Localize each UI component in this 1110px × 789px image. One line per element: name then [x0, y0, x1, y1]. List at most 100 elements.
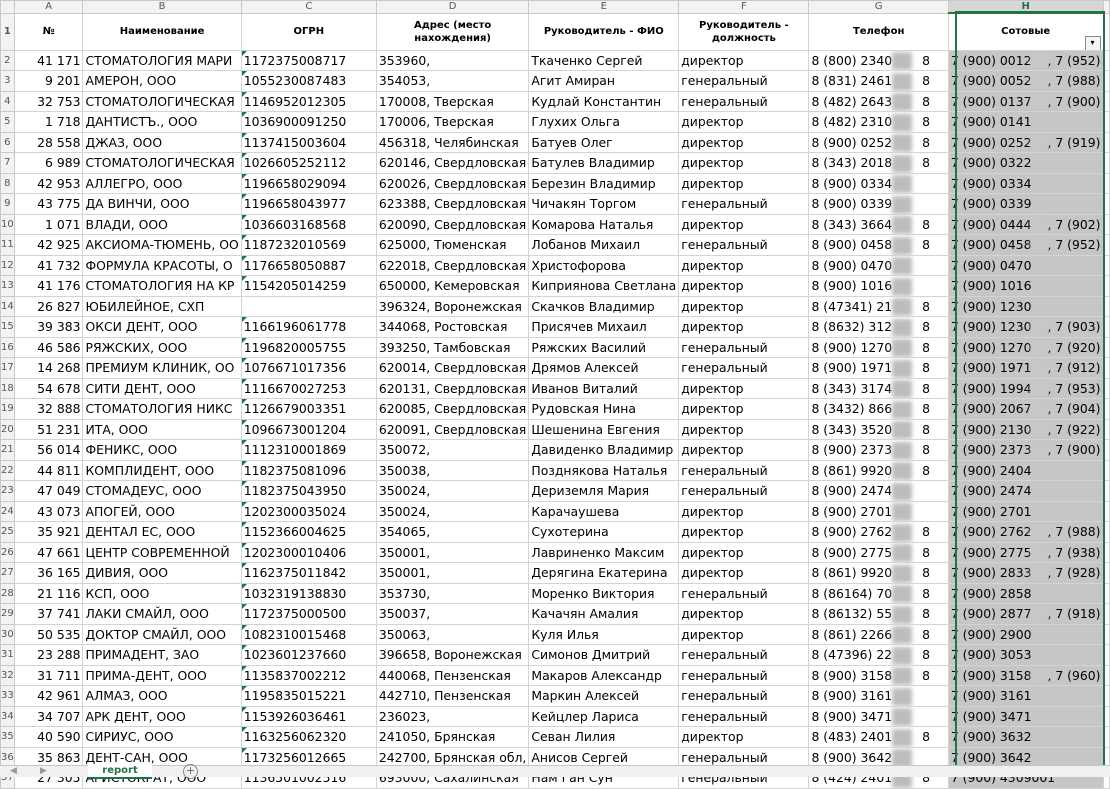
cell-head-position[interactable]: генеральный: [678, 357, 810, 379]
cell-num[interactable]: 44 811: [13, 459, 84, 481]
cell[interactable]: [1102, 316, 1110, 338]
cell-address[interactable]: 396658, Воронежская: [375, 644, 530, 666]
select-all-corner[interactable]: [0, 0, 15, 14]
row-number[interactable]: 30: [0, 623, 15, 645]
cell-address[interactable]: 353730,: [375, 582, 530, 604]
cell-num[interactable]: 40 590: [13, 726, 84, 748]
cell-mobile[interactable]: 7 (900) 3161: [947, 685, 1104, 707]
cell-mobile[interactable]: 7 (900) 0458 , 7 (952): [947, 234, 1104, 256]
cell[interactable]: [1102, 521, 1110, 543]
cell-phone[interactable]: 8 (900) 1971 8: [808, 357, 949, 379]
cell[interactable]: [1102, 254, 1110, 276]
cell-head-position[interactable]: директор: [678, 726, 810, 748]
cell-ogrn[interactable]: 1154205014259: [240, 275, 377, 297]
cell-phone[interactable]: 8 (900) 1016: [808, 275, 949, 297]
cell-head-position[interactable]: генеральный: [678, 336, 810, 358]
cell-head-name[interactable]: Киприянова Светлана: [528, 275, 680, 297]
cell-head-name[interactable]: Христофорова: [528, 254, 680, 276]
cell-ogrn[interactable]: 1196658029094: [240, 172, 377, 194]
cell-head-position[interactable]: директор: [678, 152, 810, 174]
cell-phone[interactable]: 8 (47396) 22 8: [808, 644, 949, 666]
cell-head-position[interactable]: директор: [678, 377, 810, 399]
cell-num[interactable]: 42 953: [13, 172, 84, 194]
cell-num[interactable]: 47 049: [13, 480, 84, 502]
cell-head-name[interactable]: Лавриненко Максим: [528, 541, 680, 563]
cell-head-position[interactable]: директор: [678, 398, 810, 420]
cell-ogrn[interactable]: 1166196061778: [240, 316, 377, 338]
cell-num[interactable]: 43 775: [13, 193, 84, 215]
cell-mobile[interactable]: 7 (900) 2474: [947, 480, 1104, 502]
cell-head-position[interactable]: генеральный: [678, 90, 810, 112]
column-header-a[interactable]: A: [13, 0, 84, 14]
cell-mobile[interactable]: 7 (900) 0334: [947, 172, 1104, 194]
cell[interactable]: [1102, 152, 1110, 174]
row-number[interactable]: 19: [0, 398, 15, 420]
cell-head-position[interactable]: директор: [678, 316, 810, 338]
row-number[interactable]: 20: [0, 418, 15, 440]
cell-phone[interactable]: 8 (900) 0334: [808, 172, 949, 194]
cell[interactable]: [1102, 213, 1110, 235]
row-number[interactable]: 2: [0, 49, 15, 71]
cell-mobile[interactable]: 7 (900) 2404: [947, 459, 1104, 481]
cell-head-name[interactable]: Ткаченко Сергей: [528, 49, 680, 71]
cell-head-position[interactable]: директор: [678, 562, 810, 584]
cell-head-position[interactable]: директор: [678, 172, 810, 194]
next-sheet-icon[interactable]: ▶: [40, 766, 47, 776]
cell-mobile[interactable]: 7 (900) 2877 , 7 (918): [947, 603, 1104, 625]
cell-mobile[interactable]: 7 (900) 1230: [947, 295, 1104, 317]
cell-name[interactable]: СТОМАТОЛОГИЯ НА КР: [82, 275, 242, 297]
cell-head-position[interactable]: директор: [678, 439, 810, 461]
header-head-position[interactable]: Руководитель - должность: [678, 12, 810, 51]
cell-head-name[interactable]: Присячев Михаил: [528, 316, 680, 338]
cell-head-name[interactable]: Дериземля Мария: [528, 480, 680, 502]
cell-mobile[interactable]: 7 (900) 2858: [947, 582, 1104, 604]
cell[interactable]: [1102, 398, 1110, 420]
prev-sheet-icon[interactable]: ◀: [10, 766, 17, 776]
cell-head-name[interactable]: Березин Владимир: [528, 172, 680, 194]
cell-address[interactable]: 620146, Свердловская: [375, 152, 530, 174]
cell-ogrn[interactable]: 1137415003604: [240, 131, 377, 153]
cell-ogrn[interactable]: 1023601237660: [240, 644, 377, 666]
cell-num[interactable]: 42 925: [13, 234, 84, 256]
cell-mobile[interactable]: 7 (900) 3471: [947, 705, 1104, 727]
row-number[interactable]: 24: [0, 500, 15, 522]
cell-num[interactable]: 26 827: [13, 295, 84, 317]
row-number[interactable]: 32: [0, 664, 15, 686]
row-number[interactable]: 17: [0, 357, 15, 379]
cell-address[interactable]: 623388, Свердловская: [375, 193, 530, 215]
cell-phone[interactable]: 8 (831) 2461 8: [808, 70, 949, 92]
cell-head-name[interactable]: Маркин Алексей: [528, 685, 680, 707]
cell-head-position[interactable]: директор: [678, 111, 810, 133]
cell-head-name[interactable]: Дрямов Алексей: [528, 357, 680, 379]
cell[interactable]: [1102, 336, 1110, 358]
cell-address[interactable]: 170008, Тверская: [375, 90, 530, 112]
cell-ogrn[interactable]: 1076671017356: [240, 357, 377, 379]
cell[interactable]: [1102, 357, 1110, 379]
cell-phone[interactable]: 8 (343) 3664 8: [808, 213, 949, 235]
cell-head-name[interactable]: Кейцлер Лариса: [528, 705, 680, 727]
cell[interactable]: [1102, 459, 1110, 481]
header-num[interactable]: №: [13, 12, 84, 51]
cell-mobile[interactable]: 7 (900) 0141: [947, 111, 1104, 133]
cell-address[interactable]: 393250, Тамбовская: [375, 336, 530, 358]
cell-name[interactable]: РЯЖСКИХ, ООО: [82, 336, 242, 358]
cell-name[interactable]: КСП, ООО: [82, 582, 242, 604]
cell-phone[interactable]: 8 (800) 2340 8: [808, 49, 949, 71]
cell-num[interactable]: 34 707: [13, 705, 84, 727]
cell-name[interactable]: СИРИУС, ООО: [82, 726, 242, 748]
cell-head-name[interactable]: Кудлай Константин: [528, 90, 680, 112]
cell-head-position[interactable]: директор: [678, 213, 810, 235]
cell-num[interactable]: 47 661: [13, 541, 84, 563]
cell-address[interactable]: 456318, Челябинская: [375, 131, 530, 153]
cell-ogrn[interactable]: 1032319138830: [240, 582, 377, 604]
cell-phone[interactable]: 8 (900) 0470: [808, 254, 949, 276]
cell-ogrn[interactable]: 1036603168568: [240, 213, 377, 235]
cell-phone[interactable]: 8 (900) 2701: [808, 500, 949, 522]
cell-name[interactable]: ЦЕНТР СОВРЕМЕННОЙ: [82, 541, 242, 563]
cell-num[interactable]: 42 961: [13, 685, 84, 707]
cell-phone[interactable]: 8 (900) 0339: [808, 193, 949, 215]
cell-ogrn[interactable]: 1116670027253: [240, 377, 377, 399]
cell-phone[interactable]: 8 (861) 9920 8: [808, 459, 949, 481]
cell-address[interactable]: 620085, Свердловская: [375, 398, 530, 420]
cell-head-name[interactable]: Дерягина Екатерина: [528, 562, 680, 584]
